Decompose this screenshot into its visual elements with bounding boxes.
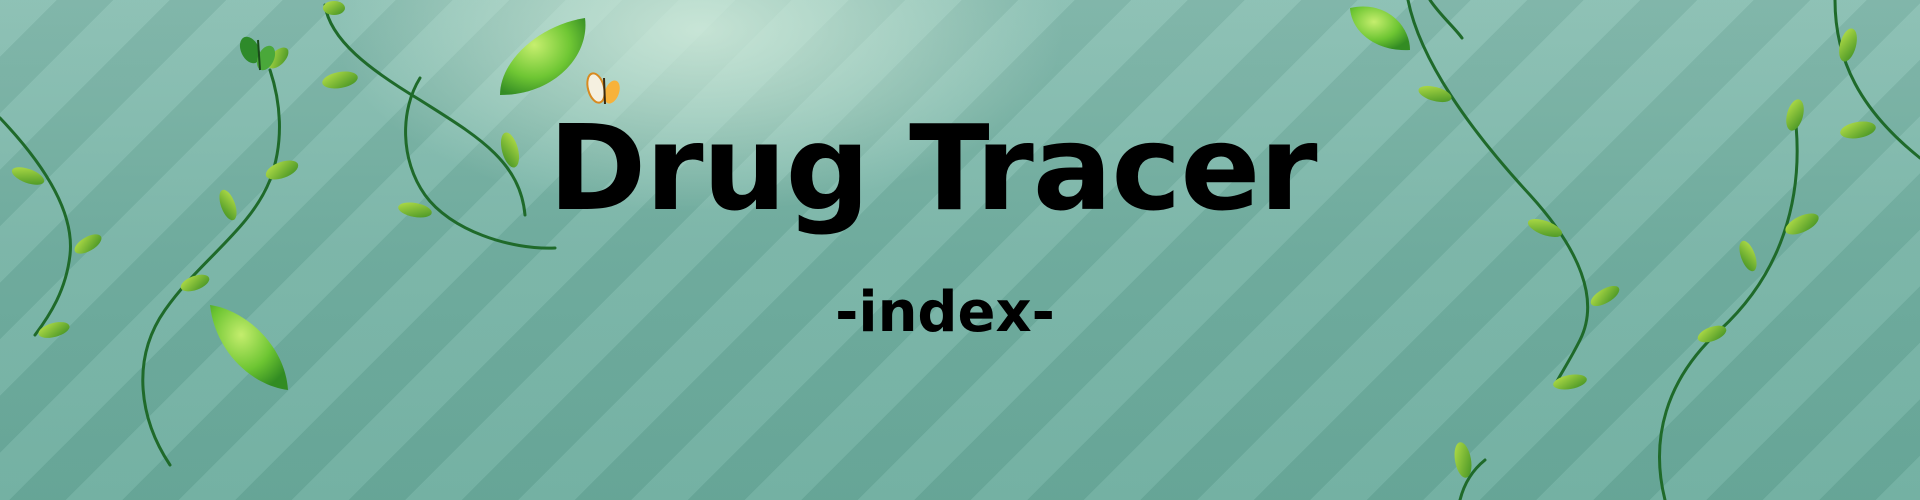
page-title: Drug Tracer: [548, 99, 1317, 237]
vines-decoration: [0, 0, 1920, 500]
leaf-icon: [1418, 28, 1876, 478]
leaf-icon: [1350, 6, 1410, 51]
header-banner: Drug Tracer -index-: [0, 0, 1920, 500]
vine-icon: [1406, 0, 1920, 500]
page-subtitle: -index-: [835, 280, 1055, 345]
